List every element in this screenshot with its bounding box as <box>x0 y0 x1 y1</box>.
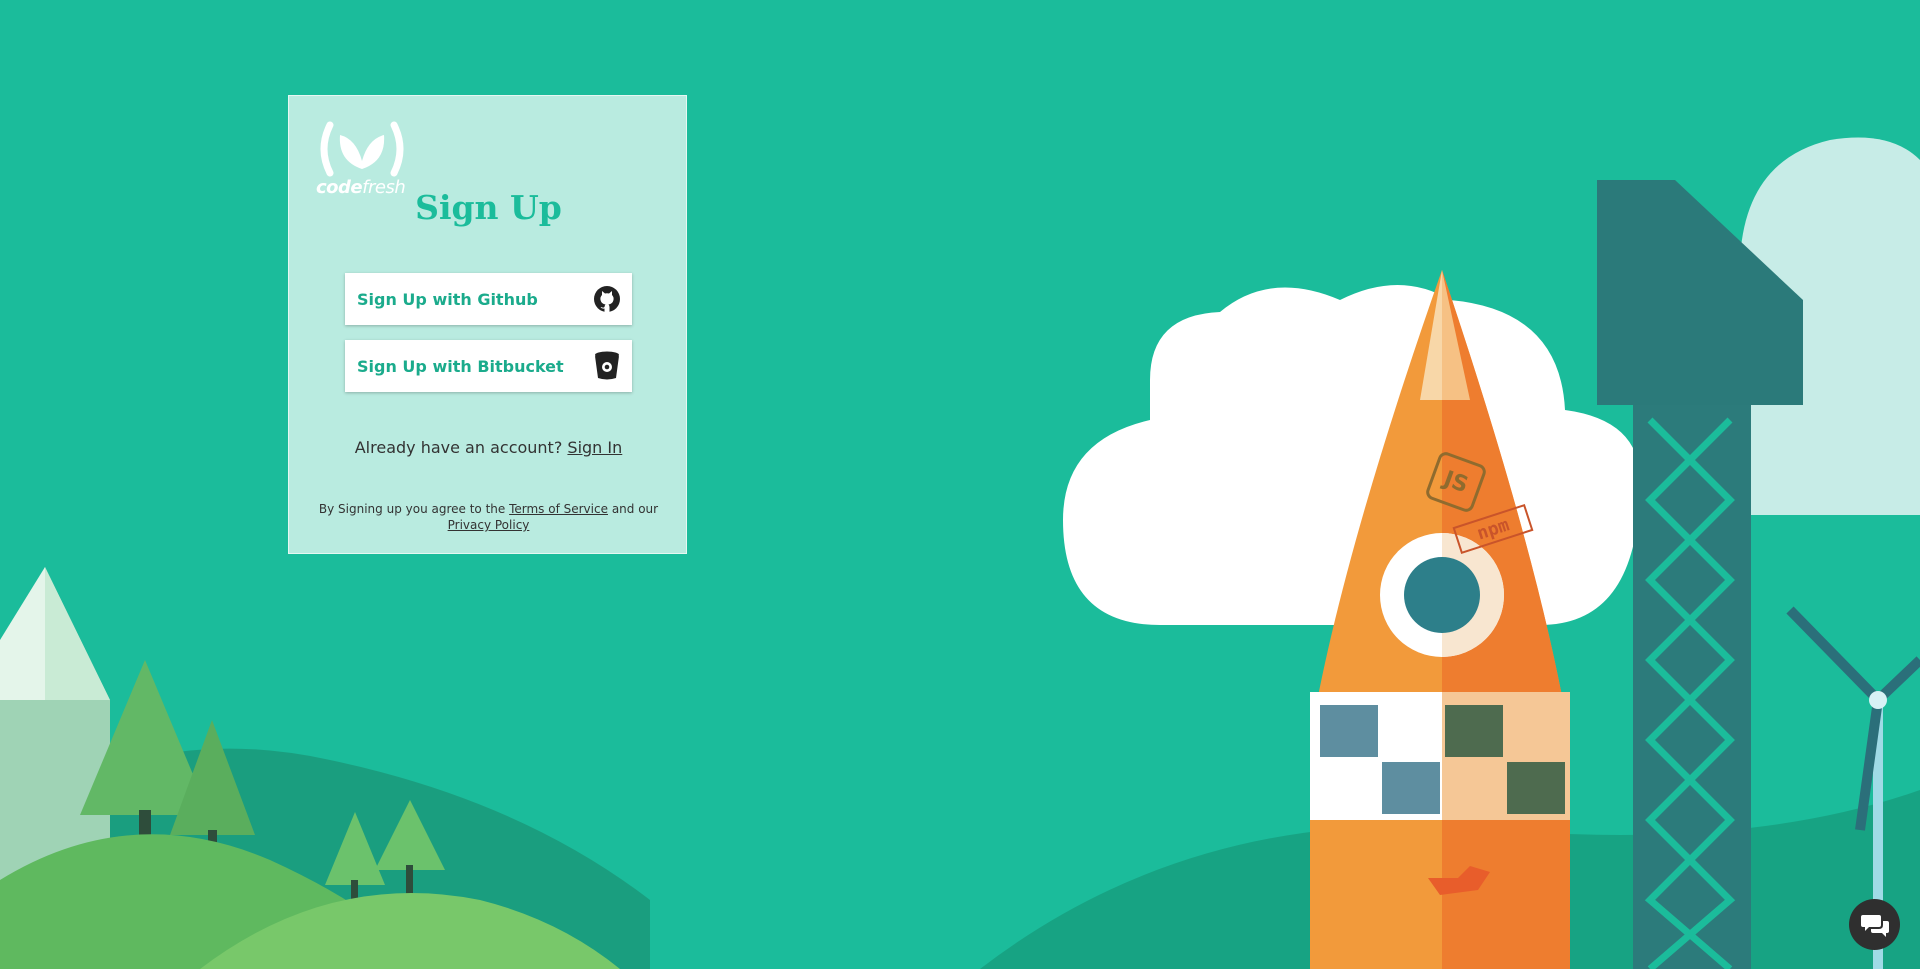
signup-bitbucket-button[interactable]: Sign Up with Bitbucket <box>345 340 632 392</box>
codefresh-logo: codefresh <box>316 121 408 198</box>
signup-github-label: Sign Up with Github <box>357 289 538 309</box>
page-title: Sign Up <box>415 188 562 227</box>
signup-card: codefresh Sign Up Sign Up with Github Si… <box>288 95 687 554</box>
terms-of-service-link[interactable]: Terms of Service <box>509 502 608 516</box>
terms-notice: By Signing up you agree to the Terms of … <box>307 501 670 533</box>
signin-prompt: Already have an account? Sign In <box>289 438 688 457</box>
leaf-logo-icon <box>320 121 404 177</box>
privacy-policy-link[interactable]: Privacy Policy <box>448 518 530 532</box>
bitbucket-icon <box>592 351 622 381</box>
chat-bubbles-icon <box>1860 914 1889 937</box>
terms-prefix-text: By Signing up you agree to the <box>318 502 506 516</box>
chat-launcher-button[interactable] <box>1849 899 1900 950</box>
signin-link[interactable]: Sign In <box>567 438 622 457</box>
account-prompt-text: Already have an account? <box>354 438 563 457</box>
terms-middle-text: and our <box>611 502 659 516</box>
github-icon <box>592 284 622 314</box>
signup-github-button[interactable]: Sign Up with Github <box>345 273 632 325</box>
signup-bitbucket-label: Sign Up with Bitbucket <box>357 356 564 376</box>
